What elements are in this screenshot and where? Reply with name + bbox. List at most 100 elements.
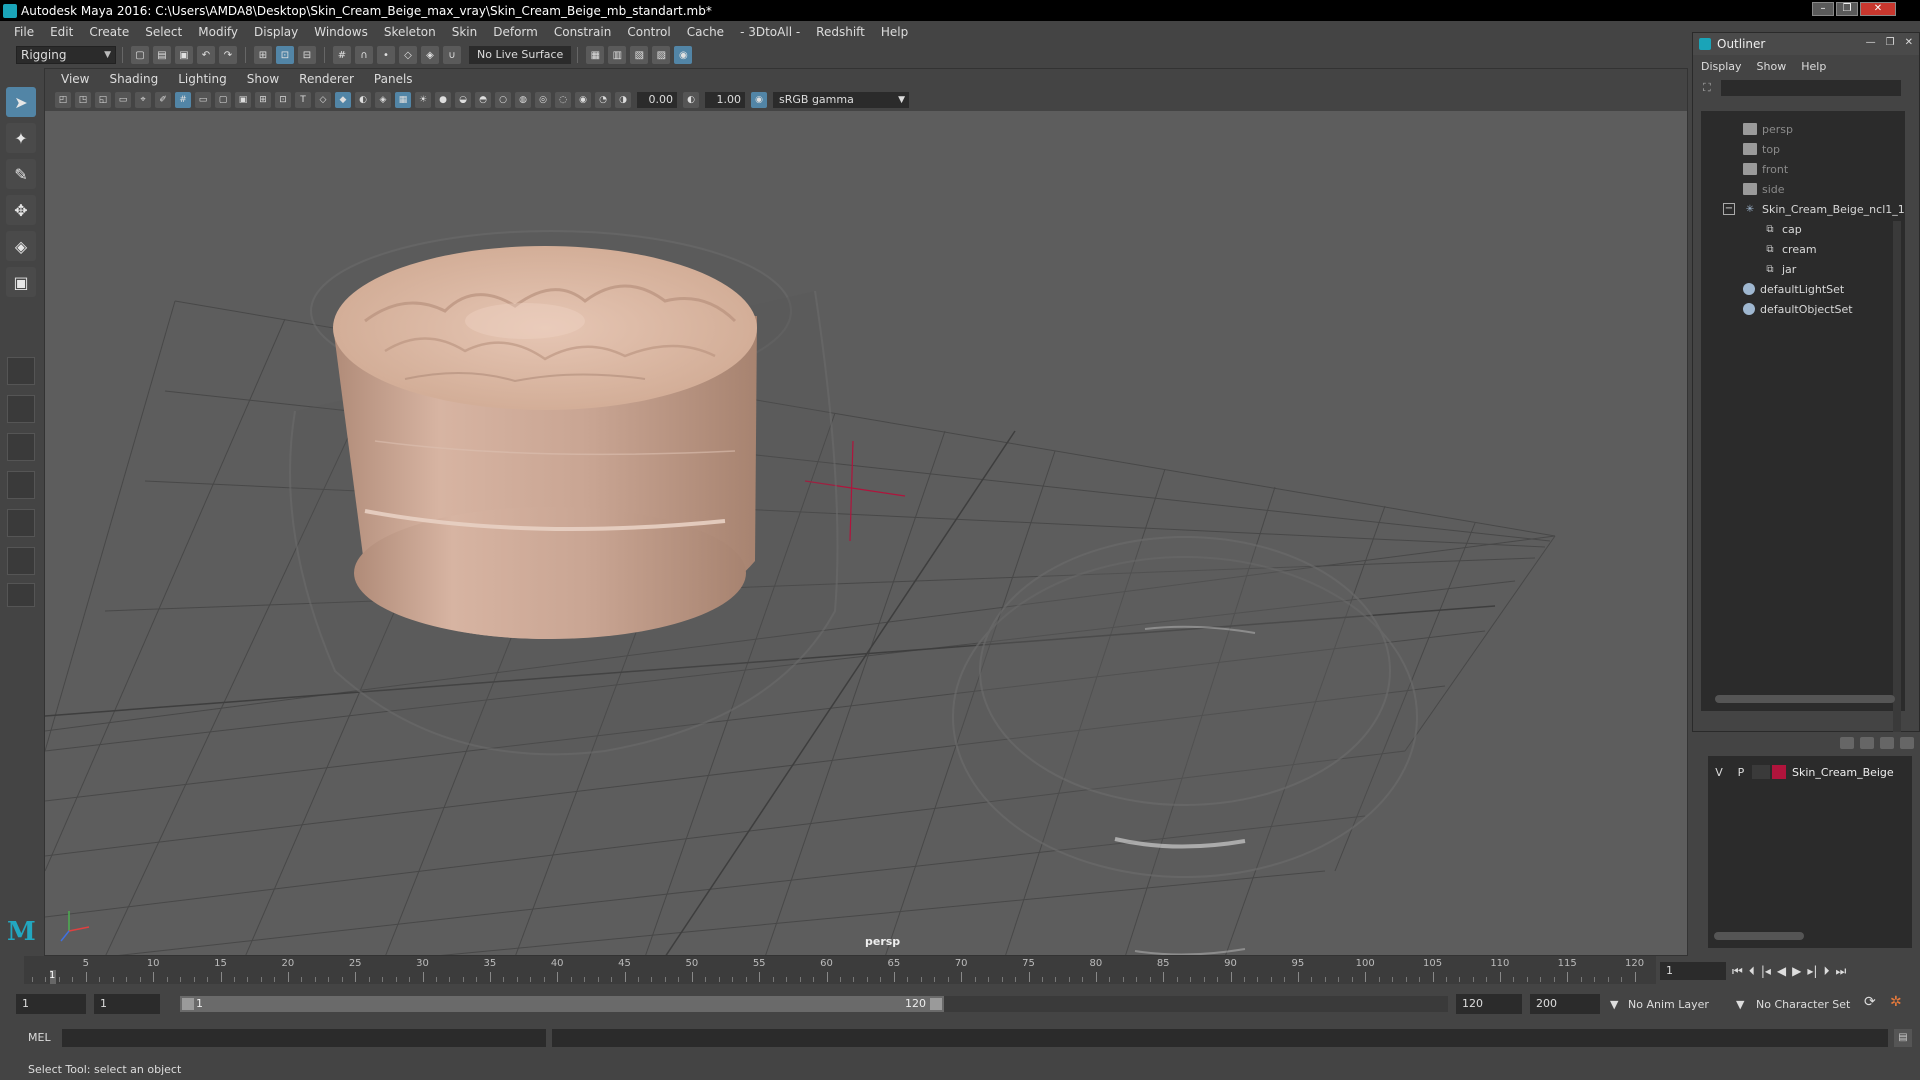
outliner-item-skin-cream-beige-ncl1-1[interactable]: ✳ Skin_Cream_Beige_ncl1_1 bbox=[1743, 199, 1905, 219]
single-view-layout-icon[interactable] bbox=[7, 357, 35, 385]
menu-3dtoall[interactable]: - 3DtoAll - bbox=[732, 25, 808, 39]
snap-surface-icon[interactable]: ◈ bbox=[421, 46, 439, 64]
film-gate-icon[interactable]: ▭ bbox=[195, 92, 211, 108]
layer-display-type[interactable] bbox=[1752, 765, 1770, 779]
outliner-menu-display[interactable]: Display bbox=[1701, 60, 1751, 73]
panel-menu-renderer[interactable]: Renderer bbox=[289, 72, 364, 86]
menu-skeleton[interactable]: Skeleton bbox=[376, 25, 444, 39]
render-frame-icon[interactable]: ▥ bbox=[608, 46, 627, 64]
step-back-key-icon[interactable]: |◂ bbox=[1761, 964, 1771, 979]
motion-blur-icon[interactable]: ◓ bbox=[475, 92, 491, 108]
outliner-item-defaultobjectset[interactable]: defaultObjectSet bbox=[1743, 299, 1853, 319]
snap-curve-icon[interactable]: ∩ bbox=[355, 46, 373, 64]
menu-constrain[interactable]: Constrain bbox=[546, 25, 620, 39]
outliner-search-input[interactable] bbox=[1720, 80, 1901, 96]
close-icon[interactable]: ✕ bbox=[1905, 37, 1913, 48]
select-component-icon[interactable]: ⊟ bbox=[298, 46, 316, 64]
menu-edit[interactable]: Edit bbox=[42, 25, 81, 39]
character-set-label[interactable]: No Character Set bbox=[1756, 998, 1850, 1011]
gamma-icon[interactable]: ◐ bbox=[683, 92, 699, 108]
xray-joints-icon[interactable]: ◉ bbox=[575, 92, 591, 108]
layer-playback-toggle[interactable]: P bbox=[1730, 766, 1752, 779]
collapse-icon[interactable]: − bbox=[1723, 203, 1735, 215]
range-slider[interactable]: 1 120 bbox=[180, 996, 944, 1012]
play-backwards-icon[interactable]: ◀ bbox=[1777, 964, 1786, 979]
2d-pan-zoom-icon[interactable]: ⌖ bbox=[135, 92, 151, 108]
exposure-icon[interactable]: ◑ bbox=[615, 92, 631, 108]
camera-attr-icon[interactable]: ◳ bbox=[75, 92, 91, 108]
new-scene-icon[interactable]: ▢ bbox=[131, 46, 149, 64]
menu-control[interactable]: Control bbox=[619, 25, 678, 39]
script-language-label[interactable]: MEL bbox=[28, 1031, 51, 1044]
move-tool-icon[interactable]: ✥ bbox=[6, 195, 36, 225]
menu-display[interactable]: Display bbox=[246, 25, 306, 39]
filter-icon[interactable]: ⛶ bbox=[1703, 81, 1711, 95]
outliner-menu-show[interactable]: Show bbox=[1757, 60, 1796, 73]
layer-row[interactable]: V P Skin_Cream_Beige bbox=[1708, 762, 1912, 782]
new-empty-layer-icon[interactable] bbox=[1880, 737, 1894, 749]
camera-select-icon[interactable]: ◰ bbox=[55, 92, 71, 108]
ipr-render-icon[interactable]: ▧ bbox=[630, 46, 649, 64]
outliner-item-cream[interactable]: ⧉ cream bbox=[1763, 239, 1816, 259]
default-material-icon[interactable]: ◐ bbox=[355, 92, 371, 108]
panel-menu-shading[interactable]: Shading bbox=[99, 72, 168, 86]
field-chart-icon[interactable]: ⊞ bbox=[255, 92, 271, 108]
range-start-handle[interactable] bbox=[182, 998, 194, 1010]
script-editor-icon[interactable]: ▤ bbox=[1894, 1029, 1912, 1047]
current-time-indicator[interactable]: 1 bbox=[49, 970, 56, 984]
safe-title-icon[interactable]: T bbox=[295, 92, 311, 108]
go-to-end-icon[interactable]: ⏭ bbox=[1835, 964, 1846, 979]
panel-menu-panels[interactable]: Panels bbox=[364, 72, 423, 86]
persp-graph-layout-icon[interactable] bbox=[7, 509, 35, 537]
close-icon[interactable]: ✕ bbox=[1860, 2, 1896, 16]
panel-menu-view[interactable]: View bbox=[51, 72, 99, 86]
gate-mask-icon[interactable]: ▣ bbox=[235, 92, 251, 108]
character-set-dropdown-icon[interactable]: ▼ bbox=[1736, 998, 1744, 1011]
menu-windows[interactable]: Windows bbox=[306, 25, 376, 39]
step-forward-frame-icon[interactable]: ⏵ bbox=[1823, 964, 1829, 979]
panel-menu-show[interactable]: Show bbox=[237, 72, 289, 86]
playback-end-field[interactable]: 120 bbox=[1456, 994, 1522, 1014]
menu-create[interactable]: Create bbox=[81, 25, 137, 39]
image-plane-icon[interactable]: ▭ bbox=[115, 92, 131, 108]
layer-hscroll[interactable] bbox=[1714, 932, 1804, 940]
color-space-dropdown[interactable]: sRGB gamma bbox=[773, 92, 909, 108]
select-hierarchy-icon[interactable]: ⊞ bbox=[254, 46, 272, 64]
outliner-item-top[interactable]: top bbox=[1743, 139, 1780, 159]
redo-icon[interactable]: ↷ bbox=[219, 46, 237, 64]
minimize-icon[interactable]: — bbox=[1866, 37, 1876, 48]
menu-redshift[interactable]: Redshift bbox=[808, 25, 873, 39]
minimize-icon[interactable]: – bbox=[1812, 2, 1834, 16]
open-scene-icon[interactable]: ▤ bbox=[153, 46, 171, 64]
animation-prefs-icon[interactable]: ✲ bbox=[1890, 994, 1902, 1010]
range-end-handle[interactable] bbox=[930, 998, 942, 1010]
live-surface-field[interactable]: No Live Surface bbox=[469, 46, 572, 64]
outliner-item-side[interactable]: side bbox=[1743, 179, 1785, 199]
paint-select-tool-icon[interactable]: ✎ bbox=[6, 159, 36, 189]
snap-point-icon[interactable]: • bbox=[377, 46, 395, 64]
menu-deform[interactable]: Deform bbox=[485, 25, 546, 39]
restore-icon[interactable]: ❐ bbox=[1886, 37, 1895, 48]
playback-start-field[interactable]: 1 bbox=[94, 994, 160, 1014]
save-scene-icon[interactable]: ▣ bbox=[175, 46, 193, 64]
screen-space-ao-icon[interactable]: ◒ bbox=[455, 92, 471, 108]
step-back-frame-icon[interactable]: ⏴ bbox=[1749, 964, 1755, 979]
outliner-item-defaultlightset[interactable]: defaultLightSet bbox=[1743, 279, 1844, 299]
snap-grid-icon[interactable]: # bbox=[333, 46, 351, 64]
hypershade-layout-icon[interactable] bbox=[7, 547, 35, 575]
four-view-layout-icon[interactable] bbox=[7, 395, 35, 423]
layer-color-swatch[interactable] bbox=[1772, 765, 1786, 779]
depth-of-field-icon[interactable]: ◍ bbox=[515, 92, 531, 108]
persp-outliner-layout-icon[interactable] bbox=[7, 471, 35, 499]
gamma-field[interactable]: 1.00 bbox=[705, 92, 745, 108]
anim-layer-dropdown-icon[interactable]: ▼ bbox=[1610, 998, 1618, 1011]
outliner-menu-help[interactable]: Help bbox=[1801, 60, 1835, 73]
command-input[interactable] bbox=[62, 1029, 546, 1047]
more-layouts-icon[interactable] bbox=[7, 583, 35, 607]
exposure-field[interactable]: 0.00 bbox=[637, 92, 677, 108]
scale-tool-icon[interactable]: ▣ bbox=[6, 267, 36, 297]
use-all-lights-icon[interactable]: ☀ bbox=[415, 92, 431, 108]
move-layer-up-icon[interactable] bbox=[1840, 737, 1854, 749]
restore-icon[interactable]: ❐ bbox=[1836, 2, 1858, 16]
isolate-select-icon[interactable]: ◎ bbox=[535, 92, 551, 108]
